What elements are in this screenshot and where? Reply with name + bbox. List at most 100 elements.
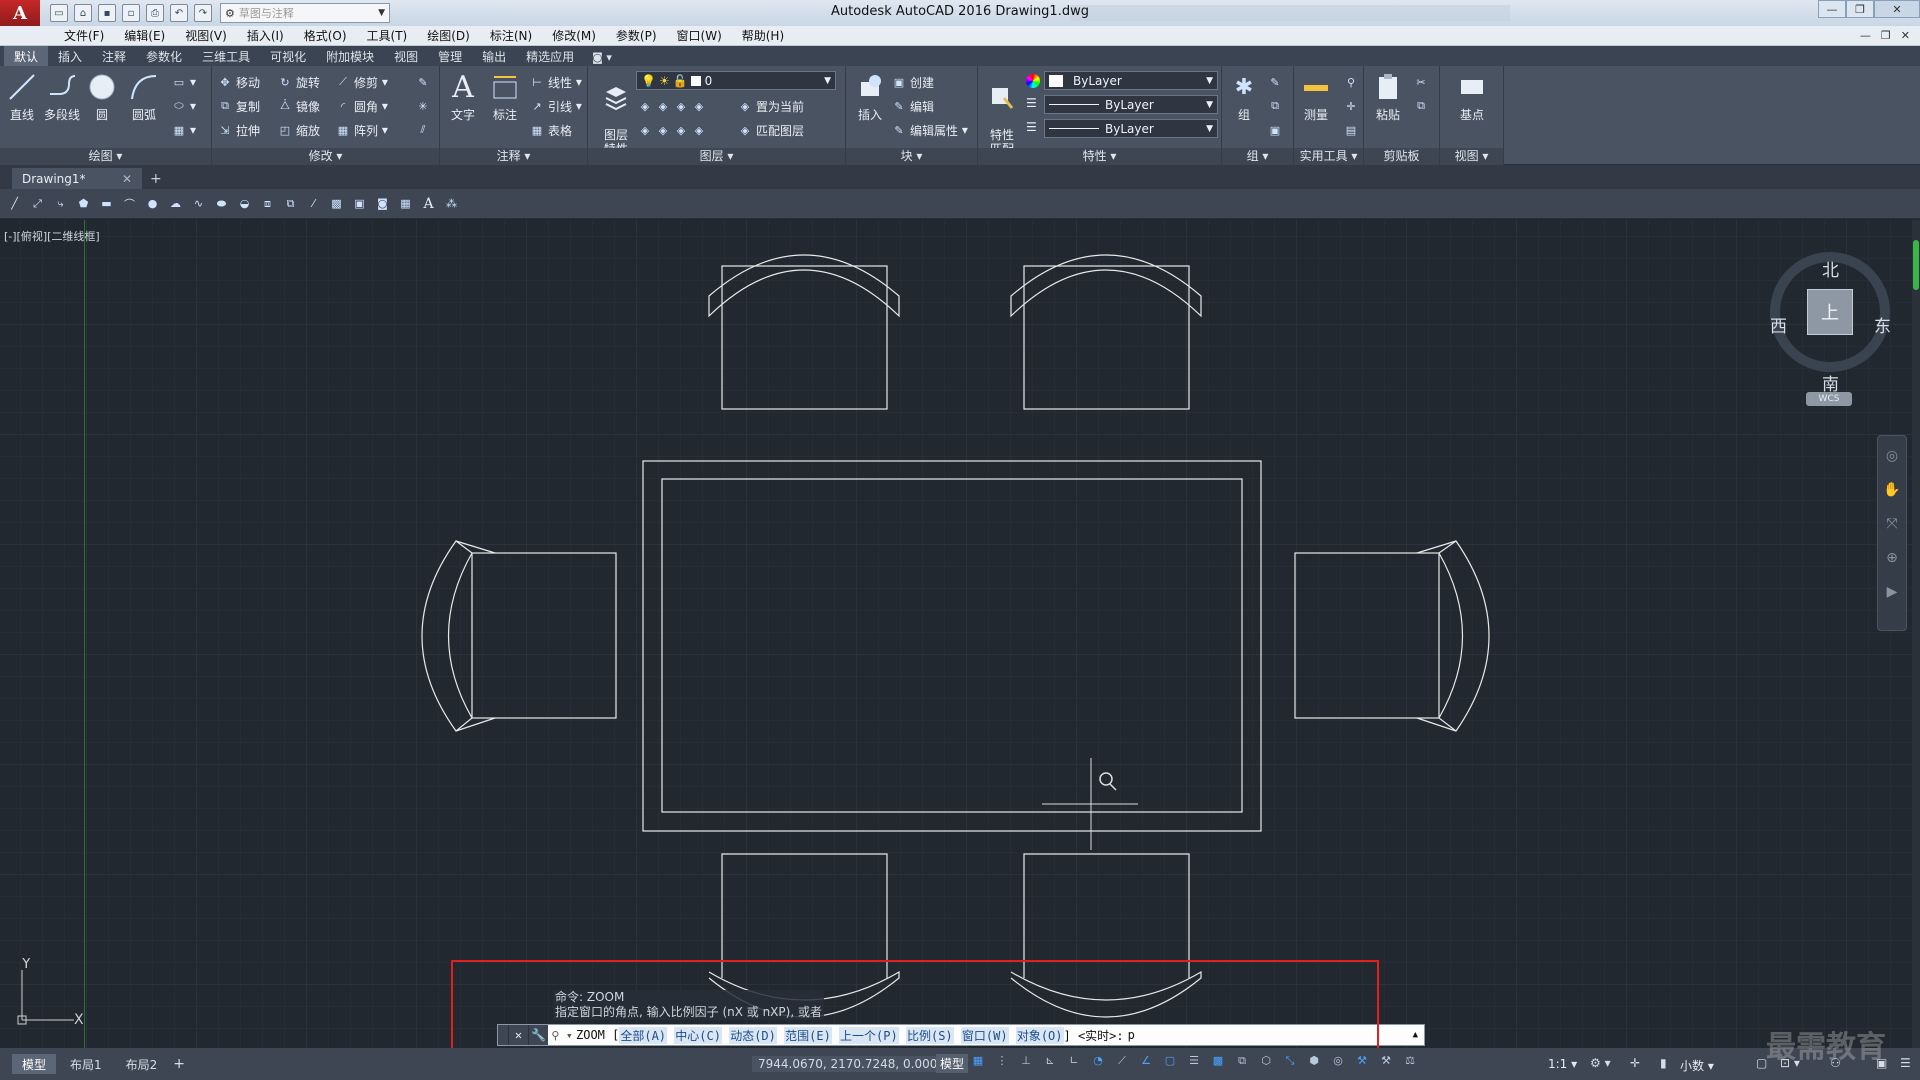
view-panel-title[interactable]: 视图 ▾ <box>1440 148 1503 165</box>
isolate-objects-icon[interactable]: ▮ <box>1660 1056 1667 1070</box>
menu-edit[interactable]: 编辑(E) <box>114 27 175 44</box>
object-snap-tracking-icon[interactable]: ∠ <box>1138 1054 1154 1072</box>
layers-panel-title[interactable]: 图层 ▾ <box>588 148 845 165</box>
quick-select-tool[interactable]: ⚲ <box>1344 72 1362 92</box>
copy-tool[interactable]: ⧉ 复制 <box>218 96 260 116</box>
command-history-toggle-icon[interactable]: ▲ <box>1413 1030 1424 1040</box>
annotation-scale[interactable]: 1:1 ▾ <box>1548 1057 1577 1071</box>
viewcube[interactable]: 上 北 南 西 东 <box>1770 242 1891 395</box>
linear-dim-tool[interactable]: ⊢ 线性 ▾ <box>530 72 582 92</box>
workspace-dropdown[interactable]: ⚙ 草图与注释 ▼ <box>220 3 390 23</box>
maximize-button[interactable]: ❐ <box>1846 0 1874 18</box>
tab-model[interactable]: 模型 <box>12 1054 57 1074</box>
insert-block-icon[interactable]: ⧈ <box>259 195 276 212</box>
annotation-scale-icon[interactable]: ⚖ <box>1402 1054 1418 1072</box>
tab-home[interactable]: 默认 <box>4 46 49 66</box>
calculator-tool[interactable]: ▤ <box>1344 120 1362 140</box>
object-snap-icon[interactable]: ▢ <box>1162 1054 1178 1072</box>
compass-north[interactable]: 北 <box>1822 256 1839 281</box>
auto-scale-icon[interactable]: ⚒ <box>1378 1054 1394 1072</box>
command-line[interactable]: ✕ 🔧 ⚲ ▾ ZOOM [ 全部(A) 中心(C) 动态(D) 范围(E) 上… <box>497 1024 1425 1046</box>
offset-tool[interactable]: ⫽ <box>416 120 434 140</box>
vertical-scrollbar[interactable] <box>1912 220 1920 1048</box>
infer-constraints-icon[interactable]: ⊥ <box>1018 1054 1034 1072</box>
ellipse-tool[interactable]: ⬭ ▾ <box>172 96 196 116</box>
create-block-tool[interactable]: ▣ 创建 <box>892 72 934 92</box>
tab-visualize[interactable]: 可视化 <box>260 46 316 66</box>
tab-layout1[interactable]: 布局1 <box>60 1054 112 1074</box>
base-point-tool[interactable]: 基点 <box>1452 70 1492 123</box>
linetype-icon[interactable]: ☰ <box>1026 96 1037 110</box>
properties-panel-title[interactable]: 特性 ▾ <box>978 148 1221 165</box>
set-current-tool[interactable]: ◈ 置为当前 <box>738 96 804 116</box>
move-tool[interactable]: ✥ 移动 <box>218 72 260 92</box>
steering-wheel-icon[interactable]: ◎ <box>1883 448 1901 466</box>
grid-icon[interactable]: ▦ <box>970 1054 986 1072</box>
insert-block-tool[interactable]: 插入 <box>850 70 890 123</box>
tab-layout2[interactable]: 布局2 <box>116 1054 168 1074</box>
drawing-viewport[interactable]: [-][俯视][二维线框] Y X 上 北 南 西 东 WCS ◎ ✋ ⤧ ⊕ … <box>0 220 1920 1048</box>
menu-dimension[interactable]: 标注(N) <box>480 27 542 44</box>
measure-tool[interactable]: 测量 <box>1296 70 1336 123</box>
color-wheel-icon[interactable] <box>1026 74 1040 88</box>
clipboard-panel-title[interactable]: 剪贴板 <box>1364 148 1439 165</box>
transparency-icon[interactable]: ▩ <box>1210 1054 1226 1072</box>
gizmo-icon[interactable]: ◎ <box>1330 1054 1346 1072</box>
layer-properties-tool[interactable]: 图层 特性 <box>596 70 636 156</box>
id-point-tool[interactable]: ✛ <box>1344 96 1362 116</box>
plot-icon[interactable]: ⎙ <box>146 4 164 22</box>
paste-tool[interactable]: 粘贴 <box>1368 70 1408 123</box>
menu-tools[interactable]: 工具(T) <box>357 27 418 44</box>
menu-window[interactable]: 窗口(W) <box>667 27 732 44</box>
command-line-grip[interactable] <box>498 1025 508 1045</box>
undo-icon[interactable]: ↶ <box>170 4 188 22</box>
polygon-icon[interactable]: ⬟ <box>75 195 92 212</box>
arc-tool[interactable]: 圆弧 <box>124 70 164 123</box>
model-space-button[interactable]: 模型 <box>936 1054 969 1073</box>
menu-view[interactable]: 视图(V) <box>175 27 237 44</box>
circle-icon[interactable]: ● <box>144 195 161 212</box>
line-tool[interactable]: 直线 <box>2 70 42 123</box>
option-extents[interactable]: 范围(E) <box>784 1026 832 1044</box>
menu-file[interactable]: 文件(F) <box>54 27 114 44</box>
modify-panel-title[interactable]: 修改 ▾ <box>212 148 439 165</box>
mirror-tool[interactable]: ⧊ 镜像 <box>278 96 320 116</box>
snap-icon[interactable]: ⋮ <box>994 1054 1010 1072</box>
spline-icon[interactable]: ∿ <box>190 195 207 212</box>
lineweight-display-icon[interactable]: ☰ <box>1186 1054 1202 1072</box>
menu-help[interactable]: 帮助(H) <box>732 27 794 44</box>
showmotion-icon[interactable]: ▶ <box>1883 584 1901 602</box>
open-file-icon[interactable]: ⌂ <box>74 4 92 22</box>
table-tool[interactable]: ▦ 表格 <box>530 120 572 140</box>
tab-featured-apps[interactable]: 精选应用 <box>516 46 584 66</box>
close-button[interactable]: ✕ <box>1874 0 1920 18</box>
ellipse-icon[interactable]: ⬬ <box>213 195 230 212</box>
tab-manage[interactable]: 管理 <box>428 46 472 66</box>
redo-icon[interactable]: ↷ <box>194 4 212 22</box>
wcs-menu[interactable]: WCS <box>1806 392 1852 406</box>
add-selected-icon[interactable]: ⁂ <box>443 195 460 212</box>
isodraft-icon[interactable]: ⟋ <box>1114 1054 1130 1072</box>
explode-tool[interactable]: ✳ <box>416 96 434 116</box>
compass-east[interactable]: 东 <box>1874 312 1891 337</box>
polyline-icon[interactable]: ⤷ <box>52 195 69 212</box>
make-block-icon[interactable]: ⧉ <box>282 195 299 212</box>
edit-block-tool[interactable]: ✎ 编辑 <box>892 96 934 116</box>
gradient-icon[interactable]: ▣ <box>351 195 368 212</box>
edit-attributes-tool[interactable]: ✎ 编辑属性 ▾ <box>892 120 967 140</box>
new-file-icon[interactable]: ▭ <box>50 4 68 22</box>
option-window[interactable]: 窗口(W) <box>960 1026 1009 1044</box>
layer-tools-row-2[interactable]: ◈ ◈ ◈ ◈ <box>638 120 710 140</box>
utilities-panel-title[interactable]: 实用工具 ▾ <box>1294 148 1363 165</box>
group-tool[interactable]: ✱ 组 <box>1224 70 1264 123</box>
viewcube-top-face[interactable]: 上 <box>1807 289 1853 335</box>
annotation-monitor-icon[interactable]: ✛ <box>1630 1056 1640 1070</box>
tab-addins[interactable]: 附加模块 <box>316 46 384 66</box>
scrollbar-thumb[interactable] <box>1913 240 1919 290</box>
wrench-icon[interactable]: 🔧 <box>528 1025 548 1045</box>
selection-filter-icon[interactable]: ⬢ <box>1306 1054 1322 1072</box>
text-tool[interactable]: A 文字 <box>443 70 483 123</box>
option-all[interactable]: 全部(A) <box>619 1026 668 1044</box>
doc-close-button[interactable]: ✕ <box>1901 29 1910 42</box>
dimension-tool[interactable]: 标注 <box>485 70 525 123</box>
